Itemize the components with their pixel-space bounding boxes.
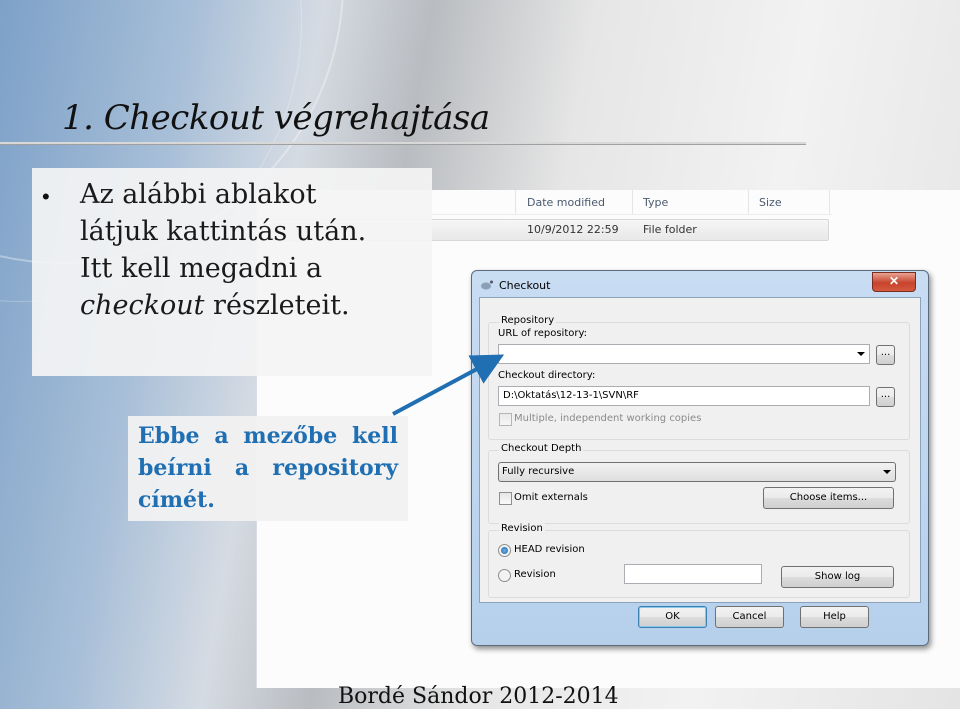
- column-separator: [632, 190, 633, 214]
- bullet-line: látjuk kattintás után.: [80, 216, 367, 247]
- revision-label: Revision: [514, 569, 556, 580]
- column-separator: [829, 190, 830, 214]
- cancel-button[interactable]: Cancel: [715, 606, 784, 628]
- column-date-modified[interactable]: Date modified: [527, 196, 605, 209]
- checkout-dir-value: D:\Oktatás\12-13-1\SVN\RF: [503, 390, 639, 401]
- bullet-line: Itt kell megadni a: [80, 253, 323, 284]
- bullet-text: Az alábbi ablakot látjuk kattintás után.…: [80, 176, 425, 324]
- ok-label: OK: [665, 611, 680, 622]
- group-label: Revision: [499, 523, 545, 534]
- url-label: URL of repository:: [498, 328, 588, 339]
- column-size[interactable]: Size: [759, 196, 782, 209]
- url-browse-button[interactable]: ...: [876, 345, 895, 365]
- dialog-title: Checkout: [499, 279, 551, 292]
- url-input[interactable]: [498, 344, 870, 364]
- multiple-copies-checkbox[interactable]: [499, 413, 512, 426]
- dialog-body: Repository URL of repository: ... Checko…: [479, 297, 921, 603]
- tortoise-svn-icon: [481, 280, 493, 290]
- bullet-line-rest: részleteit.: [204, 290, 350, 321]
- file-date: 10/9/2012 22:59: [527, 223, 619, 236]
- column-type[interactable]: Type: [643, 196, 668, 209]
- group-label: Checkout Depth: [499, 443, 584, 454]
- head-revision-radio[interactable]: [498, 544, 511, 557]
- revision-radio[interactable]: [498, 569, 511, 582]
- column-separator: [515, 190, 516, 214]
- slide-title: 1. Checkout végrehajtása: [62, 98, 490, 138]
- ok-button[interactable]: OK: [638, 606, 707, 628]
- head-revision-label: HEAD revision: [514, 544, 585, 555]
- show-log-button[interactable]: Show log: [781, 566, 894, 588]
- close-icon: ✕: [888, 274, 900, 288]
- close-button[interactable]: ✕: [872, 272, 916, 292]
- chevron-down-icon: [883, 470, 891, 474]
- title-divider: [0, 142, 806, 144]
- depth-value: Fully recursive: [502, 466, 575, 477]
- checkout-dialog: Checkout ✕ Repository URL of repository:…: [471, 270, 929, 646]
- checkout-dir-browse-button[interactable]: ...: [876, 387, 895, 407]
- omit-externals-checkbox[interactable]: [499, 492, 512, 505]
- chevron-down-icon[interactable]: [857, 352, 865, 356]
- slide-footer: Bordé Sándor 2012-2014: [338, 684, 619, 709]
- bullet-text-box: • Az alábbi ablakot látjuk kattintás utá…: [32, 168, 432, 376]
- depth-select[interactable]: Fully recursive: [498, 462, 896, 482]
- bullet-icon: •: [42, 184, 50, 209]
- omit-externals-label: Omit externals: [514, 492, 588, 503]
- help-button[interactable]: Help: [800, 606, 869, 628]
- multiple-copies-label: Multiple, independent working copies: [514, 413, 702, 424]
- callout-box: Ebbe a mezőbe kell beírni a repository c…: [128, 416, 408, 521]
- callout-text: Ebbe a mezőbe kell beírni a repository c…: [138, 423, 398, 513]
- bullet-line: checkout részleteit.: [80, 287, 425, 324]
- checkout-dir-input[interactable]: D:\Oktatás\12-13-1\SVN\RF: [498, 386, 870, 406]
- revision-input[interactable]: [624, 564, 762, 584]
- checkout-dir-label: Checkout directory:: [498, 370, 596, 381]
- column-separator: [748, 190, 749, 214]
- choose-items-button[interactable]: Choose items...: [763, 487, 894, 509]
- italic-term: checkout: [80, 290, 205, 321]
- group-label: Repository: [499, 315, 557, 326]
- file-type: File folder: [643, 223, 697, 236]
- bullet-line: Az alábbi ablakot: [80, 179, 317, 210]
